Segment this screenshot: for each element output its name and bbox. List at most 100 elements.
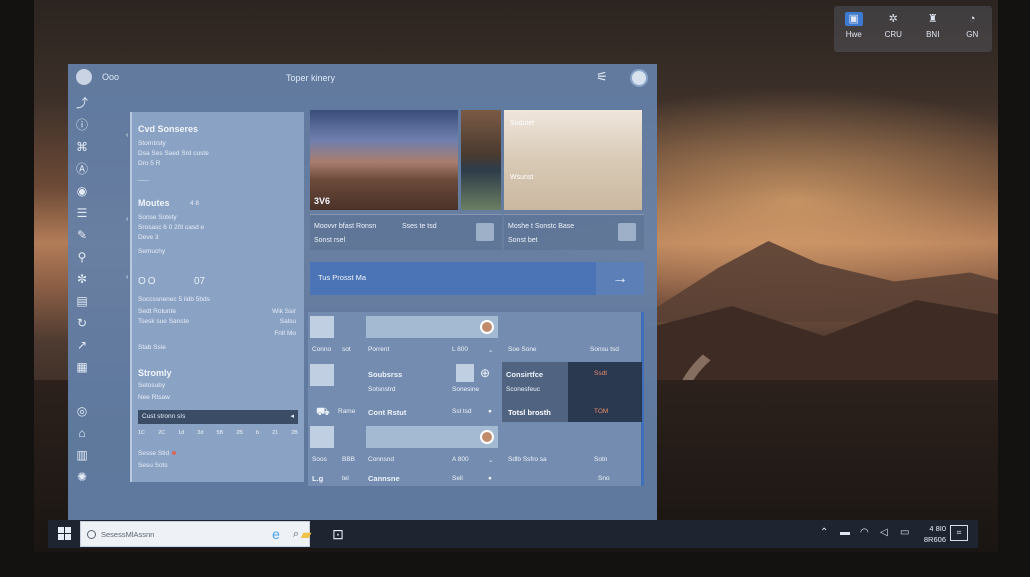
edit-icon[interactable]: ✎ bbox=[73, 226, 91, 244]
info-line: Moovvr bfast Ronsn bbox=[314, 223, 376, 230]
map-icon bbox=[618, 223, 636, 241]
panel-line: Tsesk sue Sanste bbox=[138, 318, 189, 325]
tag-icon[interactable]: ⌘ bbox=[73, 138, 91, 156]
arrow-right-icon[interactable]: → bbox=[596, 262, 644, 295]
panel-search-field[interactable]: Cust stronn sIs ◂ bbox=[138, 410, 298, 424]
file-explorer-icon[interactable]: ▰ bbox=[296, 524, 316, 544]
profile-icon[interactable] bbox=[630, 69, 648, 87]
gallery-tile-flowers[interactable]: Sodutet Wsunst bbox=[504, 110, 642, 210]
taskbar-clock[interactable]: 4 8I0 8R606 bbox=[916, 523, 946, 545]
content-grid: Conno sot Porrent L 800 ⌄ Soe Sone Sonsu… bbox=[308, 312, 644, 486]
document-icon[interactable]: ▥ bbox=[73, 446, 91, 464]
panel-line: Sedt Rotunte bbox=[138, 308, 176, 315]
info-dot-icon[interactable]: ● bbox=[488, 408, 492, 415]
refresh-icon[interactable]: ↻ bbox=[73, 314, 91, 332]
message-icon[interactable]: ▭ bbox=[900, 527, 909, 538]
scale-tick: 3d bbox=[197, 430, 203, 440]
windows-start-icon[interactable] bbox=[58, 527, 72, 541]
quick-label: GN bbox=[966, 30, 978, 39]
route-icon[interactable]: ⤴ bbox=[73, 94, 91, 112]
grid-cell: Sonesine bbox=[452, 386, 479, 393]
app-name: Ooo bbox=[102, 72, 119, 82]
link-icon[interactable]: ↗ bbox=[73, 336, 91, 354]
scale-tick: 2B bbox=[236, 430, 243, 440]
quick-clock[interactable]: ◔ GN bbox=[955, 12, 989, 39]
panel-line: Salsu bbox=[280, 318, 296, 325]
info-icon[interactable]: ⓘ bbox=[73, 116, 91, 134]
avatar bbox=[480, 320, 494, 334]
cpu-icon: ✲ bbox=[884, 12, 902, 26]
app-avatar[interactable] bbox=[76, 69, 92, 85]
letter-icon[interactable]: Ⓐ bbox=[73, 160, 91, 178]
panel-footer-line: Sesse Stid bbox=[138, 450, 176, 457]
image-icon[interactable] bbox=[456, 364, 474, 382]
list-icon[interactable]: ☰ bbox=[73, 204, 91, 222]
quick-label: CRU bbox=[885, 30, 902, 39]
info-line: Moshe t Sonstc Base bbox=[508, 223, 574, 230]
panel-footer-line: Sesu Sots bbox=[138, 462, 168, 469]
gallery-caption: 3V6 bbox=[314, 196, 330, 206]
quick-cpu[interactable]: ✲ CRU bbox=[876, 12, 910, 39]
grid-cell: L 800 bbox=[452, 346, 468, 353]
grid-cell: Porrent bbox=[368, 346, 389, 353]
status-badge: TOM bbox=[594, 408, 608, 415]
panel-line: Srosasc 6 0 20t casd e bbox=[138, 224, 204, 231]
panel-line: Dsa Ses Saed Srd custe bbox=[138, 150, 209, 157]
panel-line: Wik Ssir bbox=[272, 308, 296, 315]
clock-icon: ◔ bbox=[963, 12, 981, 26]
grid-tile[interactable] bbox=[366, 316, 498, 338]
quick-battery[interactable]: ♜BNI bbox=[916, 12, 950, 39]
sliders-icon[interactable]: ⚟ bbox=[594, 69, 610, 85]
grid-cell: Sotn bbox=[594, 456, 607, 463]
store-icon[interactable]: ⊡ bbox=[328, 524, 348, 544]
chevron-icon[interactable]: ‹ bbox=[126, 216, 128, 223]
gallery-tile-building[interactable] bbox=[461, 110, 501, 210]
grid-cell: Sconesfeuc bbox=[506, 386, 540, 393]
info-card[interactable]: Moshe t Sonstc Base Sonst bet bbox=[504, 214, 644, 250]
grid-cell: sot bbox=[342, 346, 351, 353]
target-icon[interactable]: ◉ bbox=[73, 182, 91, 200]
icon-rail: ⤴ ⓘ ⌘ Ⓐ ◉ ☰ ✎ ⚲ ✼ ▤ ↻ ↗ ▦ ◎ ⌂ ▥ ✺ bbox=[72, 92, 94, 492]
grid-title: Soubsrss bbox=[368, 370, 402, 379]
volume-icon[interactable]: ◁ bbox=[880, 527, 888, 538]
location-icon[interactable]: ◎ bbox=[73, 402, 91, 420]
car-icon[interactable]: ⛟ bbox=[316, 406, 330, 420]
grid-tile[interactable] bbox=[366, 426, 498, 448]
dropdown-icon[interactable]: ◂ bbox=[290, 410, 294, 424]
quick-network[interactable]: ▣Hwe bbox=[837, 12, 871, 39]
status-badge: Ssdt bbox=[594, 370, 607, 377]
lock-icon[interactable]: ⚲ bbox=[73, 248, 91, 266]
edge-browser-icon[interactable]: e bbox=[266, 524, 286, 544]
battery-icon: ♜ bbox=[924, 12, 942, 26]
info-card[interactable]: Moovvr bfast Ronsn Sses te tsd Sonst rse… bbox=[310, 214, 502, 250]
panel-line: ___ bbox=[138, 174, 149, 181]
chevron-icon[interactable]: ‹ bbox=[126, 132, 128, 139]
gallery-tile-landscape[interactable]: 3V6 bbox=[310, 110, 458, 210]
list-icon[interactable] bbox=[310, 364, 334, 386]
panel-line: Semuchy bbox=[138, 248, 165, 255]
info-line: Sonst bet bbox=[508, 237, 538, 244]
info-dot-icon[interactable]: ● bbox=[488, 475, 492, 482]
home-icon[interactable]: ⌂ bbox=[73, 424, 91, 442]
notification-icon[interactable]: ⌗ bbox=[950, 525, 968, 541]
globe-icon[interactable]: ⊕ bbox=[480, 366, 490, 380]
folder-icon[interactable]: ▤ bbox=[73, 292, 91, 310]
chevron-down-icon[interactable]: ⌄ bbox=[488, 346, 493, 354]
list-icon[interactable] bbox=[310, 426, 334, 448]
scale-tick: 21 bbox=[272, 430, 278, 440]
chevron-icon[interactable]: ‹ bbox=[126, 274, 128, 281]
scale-tick: 2B bbox=[291, 430, 298, 440]
battery-icon[interactable]: ▬ bbox=[840, 527, 850, 538]
chevron-down-icon[interactable]: ⌄ bbox=[488, 456, 493, 464]
grid-tile[interactable] bbox=[310, 316, 334, 338]
chevron-up-icon[interactable]: ⌃ bbox=[820, 527, 828, 538]
window-titlebar: Ooo Toper kinery ⚟ bbox=[68, 64, 657, 92]
window-heading: Toper kinery bbox=[286, 73, 335, 83]
grid-cell: L.g bbox=[312, 474, 323, 483]
grid-cell: Sonsu tsd bbox=[590, 346, 619, 353]
calendar-icon[interactable]: ▦ bbox=[73, 358, 91, 376]
settings-icon[interactable]: ✼ bbox=[73, 270, 91, 288]
promo-banner[interactable]: Tus Prosst Ma → bbox=[310, 262, 644, 295]
wifi-icon[interactable]: ◠ bbox=[860, 527, 869, 538]
gear-icon[interactable]: ✺ bbox=[73, 468, 91, 486]
